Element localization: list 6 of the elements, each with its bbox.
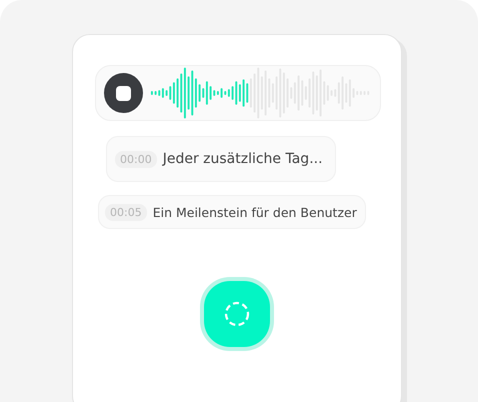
timestamp: 00:05	[105, 204, 147, 220]
transcript-text: Jeder zusätzliche Tag...	[162, 151, 323, 167]
spinner-icon	[224, 301, 250, 327]
timestamp: 00:00	[115, 150, 157, 168]
transcript-text: Ein Meilenstein für den Benutzer	[152, 204, 357, 220]
stop-button[interactable]	[104, 73, 144, 113]
